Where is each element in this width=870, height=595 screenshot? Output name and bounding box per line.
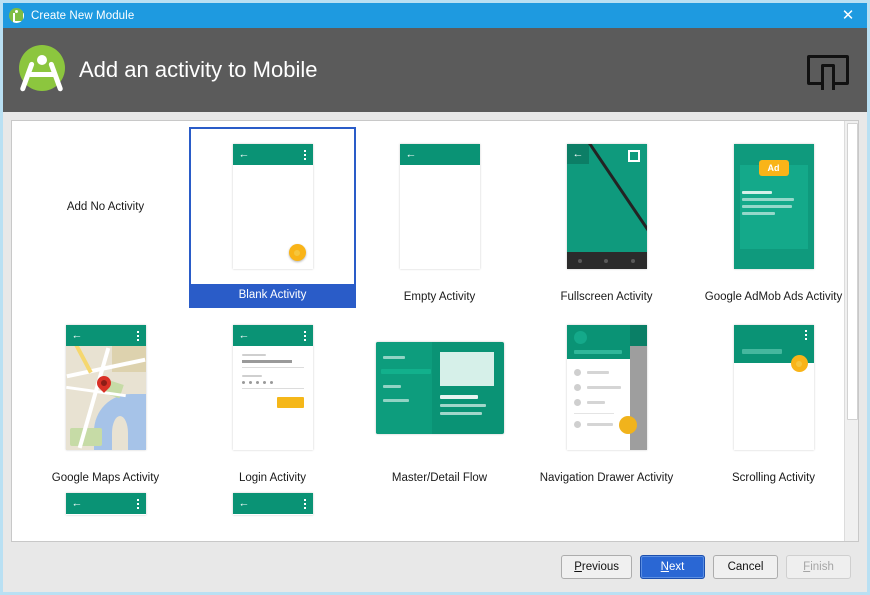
activity-label: Fullscreen Activity — [523, 286, 690, 308]
back-arrow-icon: ← — [406, 149, 417, 160]
activity-card-google-maps-activity[interactable]: ← — [22, 308, 189, 489]
finish-button: Finish — [786, 555, 851, 579]
activity-gallery: Add No Activity ← — [11, 120, 859, 542]
back-arrow-icon: ← — [239, 330, 250, 341]
activity-thumbnail-scrolling — [690, 308, 844, 467]
floating-action-button-icon — [791, 355, 808, 372]
previous-button-label: revious — [582, 561, 619, 573]
cancel-button[interactable]: Cancel — [713, 555, 778, 579]
back-arrow-icon: ← — [239, 149, 250, 160]
activity-card-login-activity[interactable]: ← Login Activity — [189, 308, 356, 489]
activity-card-fullscreen-activity[interactable]: ← Fullscreen Activity — [523, 127, 690, 308]
activity-card-master-detail-flow[interactable]: Master/Detail Flow — [356, 308, 523, 489]
back-arrow-icon: ← — [239, 498, 250, 509]
activity-thumbnail-maps: ← — [22, 308, 189, 467]
next-button-label: ext — [669, 561, 684, 573]
ad-badge: Ad — [759, 160, 789, 176]
login-submit-button-preview — [277, 397, 304, 408]
activity-card-blank-activity[interactable]: ← Blank Activity — [189, 127, 356, 308]
close-icon[interactable]: ✕ — [837, 3, 859, 28]
activity-thumbnail-navdrawer — [523, 308, 690, 467]
activity-thumbnail-blank: ← — [191, 129, 354, 284]
avatar — [574, 331, 587, 344]
activity-card-empty-activity[interactable]: ← Empty Activity — [356, 127, 523, 308]
back-arrow-icon: ← — [72, 498, 83, 509]
next-button[interactable]: Next — [640, 555, 705, 579]
gallery-scrollbar-thumb[interactable] — [847, 123, 858, 420]
floating-action-button-icon — [619, 416, 637, 434]
overflow-menu-icon — [805, 330, 807, 340]
activity-thumbnail-admob: Ad — [690, 127, 844, 286]
activity-card-google-admob-ads-activity[interactable]: Ad Google AdMob Ads Activity — [690, 127, 844, 308]
map-preview — [66, 346, 146, 450]
gallery-scrollbar[interactable] — [844, 121, 858, 541]
title-bar: Create New Module ✕ — [3, 3, 867, 28]
dialog-header: Add an activity to Mobile — [3, 28, 867, 112]
activity-card-navigation-drawer-activity[interactable]: Navigation Drawer Activity — [523, 308, 690, 489]
dialog-footer: Previous Next Cancel Finish — [3, 542, 867, 592]
activity-card-partial-1[interactable]: ← — [22, 489, 189, 519]
overflow-menu-icon — [137, 331, 139, 341]
activity-gallery-viewport: Add No Activity ← — [12, 121, 844, 541]
previous-button[interactable]: Previous — [561, 555, 632, 579]
activity-thumbnail-partial: ← — [189, 489, 356, 519]
activity-card-add-no-activity[interactable]: Add No Activity — [22, 127, 189, 308]
activity-thumbnail-empty: ← — [356, 127, 523, 286]
system-navbar — [567, 252, 647, 269]
page-title: Add an activity to Mobile — [79, 57, 317, 83]
floating-action-button-icon — [289, 244, 306, 261]
cancel-button-label: Cancel — [728, 561, 764, 573]
activity-label: Blank Activity — [191, 284, 354, 306]
activity-label: Google Maps Activity — [22, 467, 189, 489]
overflow-menu-icon — [304, 499, 306, 509]
expand-fullscreen-icon — [628, 150, 640, 162]
activity-label: Navigation Drawer Activity — [523, 467, 690, 489]
android-studio-logo — [17, 45, 67, 95]
android-studio-icon — [9, 8, 24, 23]
activity-label: Empty Activity — [356, 286, 523, 308]
activity-thumbnail-login: ← — [189, 308, 356, 467]
activity-label — [22, 286, 189, 308]
activity-card-partial-2[interactable]: ← — [189, 489, 356, 519]
create-new-module-dialog: Create New Module ✕ Add an activity to M… — [0, 0, 870, 595]
activity-thumbnail-master-detail — [356, 308, 523, 467]
activity-thumbnail-fullscreen: ← — [523, 127, 690, 286]
activity-thumbnail-partial: ← — [22, 489, 189, 519]
overflow-menu-icon — [137, 499, 139, 509]
activity-grid: Add No Activity ← — [12, 127, 844, 519]
finish-button-label: inish — [810, 561, 834, 573]
overflow-menu-icon — [304, 331, 306, 341]
back-arrow-icon: ← — [72, 330, 83, 341]
activity-label-inline: Add No Activity — [67, 201, 144, 213]
activity-label: Login Activity — [189, 467, 356, 489]
activity-thumbnail-none: Add No Activity — [22, 127, 189, 286]
activity-label: Master/Detail Flow — [356, 467, 523, 489]
window-title: Create New Module — [31, 10, 134, 22]
activity-label: Scrolling Activity — [690, 467, 844, 489]
activity-card-scrolling-activity[interactable]: Scrolling Activity — [690, 308, 844, 489]
device-preview-icon — [807, 55, 849, 85]
activity-label: Google AdMob Ads Activity — [690, 286, 844, 308]
back-arrow-icon: ← — [573, 149, 584, 160]
overflow-menu-icon — [304, 150, 306, 160]
